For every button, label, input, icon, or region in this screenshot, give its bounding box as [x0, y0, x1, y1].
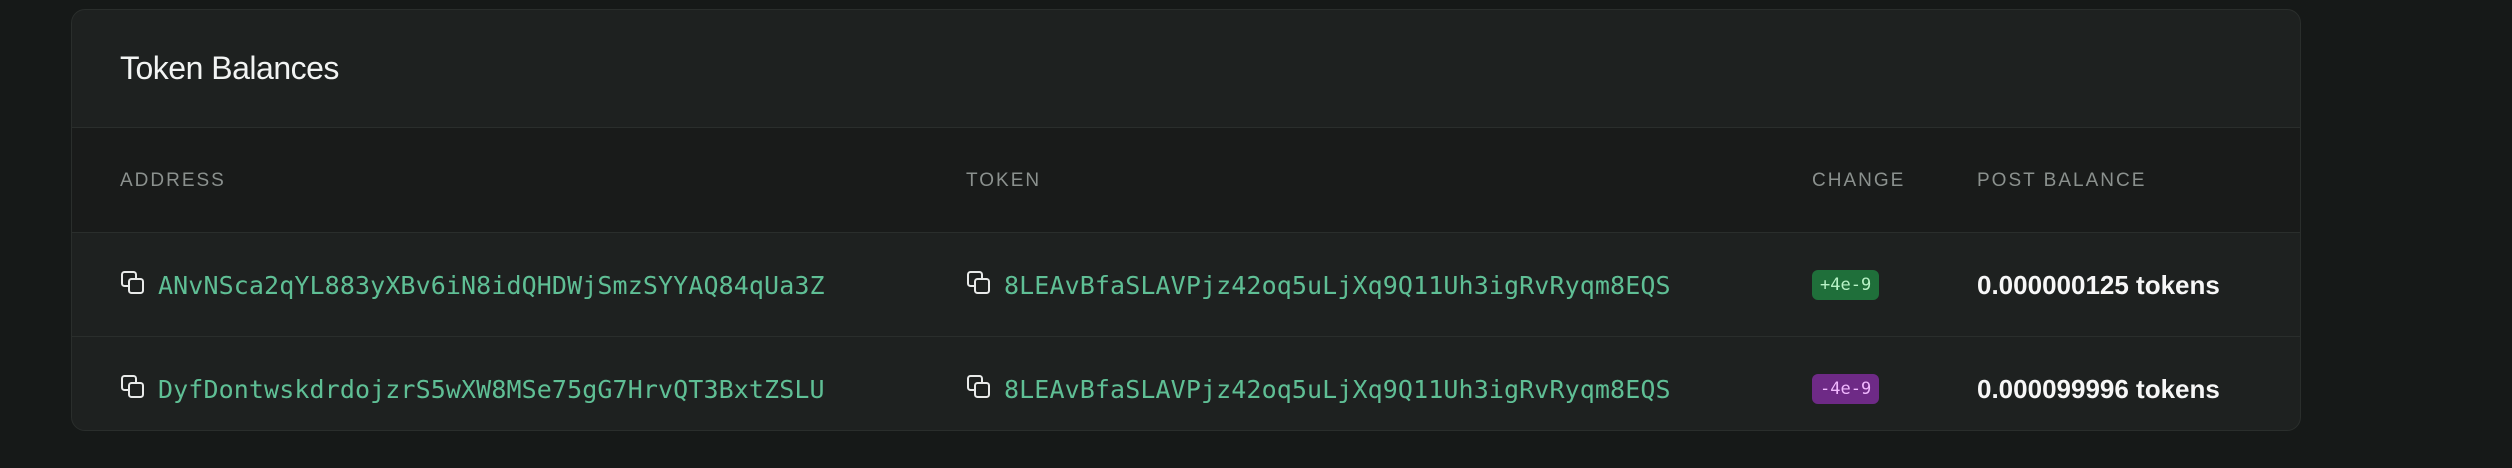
copy-icon[interactable]	[120, 270, 146, 296]
copy-icon[interactable]	[120, 374, 146, 400]
change-cell: +4e-9	[1812, 233, 1880, 337]
token-cell: 8LEAvBfaSLAVPjz42oq5uLjXq9Q11Uh3igRvRyqm…	[966, 233, 1671, 337]
column-header-change: CHANGE	[1812, 170, 1906, 191]
post-balance-cell: 0.000000125 tokens	[1977, 233, 2220, 337]
change-cell: -4e-9	[1812, 337, 1880, 430]
change-badge: -4e-9	[1812, 374, 1880, 404]
token-link[interactable]: 8LEAvBfaSLAVPjz42oq5uLjXq9Q11Uh3igRvRyqm…	[1004, 375, 1671, 404]
copy-icon[interactable]	[966, 374, 992, 400]
post-balance-value: 0.000099996 tokens	[1977, 373, 2220, 404]
copy-icon[interactable]	[966, 270, 992, 296]
table-header-row: ADDRESS TOKEN CHANGE POST BALANCE	[72, 128, 2300, 233]
column-header-post-balance: POST BALANCE	[1977, 170, 2147, 191]
column-header-address: ADDRESS	[120, 170, 226, 191]
token-link[interactable]: 8LEAvBfaSLAVPjz42oq5uLjXq9Q11Uh3igRvRyqm…	[1004, 271, 1671, 300]
table-row: DyfDontwskdrdojzrS5wXW8MSe75gG7HrvQT3Bxt…	[72, 337, 2300, 430]
card-header: Token Balances	[72, 10, 2300, 128]
token-balances-card: Token Balances ADDRESS TOKEN CHANGE POST…	[71, 9, 2301, 431]
address-cell: ANvNSca2qYL883yXBv6iN8idQHDWjSmzSYYAQ84q…	[120, 233, 825, 337]
card-title: Token Balances	[120, 50, 339, 86]
table-row: ANvNSca2qYL883yXBv6iN8idQHDWjSmzSYYAQ84q…	[72, 233, 2300, 337]
post-balance-cell: 0.000099996 tokens	[1977, 337, 2220, 430]
address-cell: DyfDontwskdrdojzrS5wXW8MSe75gG7HrvQT3Bxt…	[120, 337, 825, 430]
column-header-token: TOKEN	[966, 170, 1042, 191]
change-badge: +4e-9	[1812, 270, 1880, 300]
address-link[interactable]: ANvNSca2qYL883yXBv6iN8idQHDWjSmzSYYAQ84q…	[158, 271, 825, 300]
token-cell: 8LEAvBfaSLAVPjz42oq5uLjXq9Q11Uh3igRvRyqm…	[966, 337, 1671, 430]
post-balance-value: 0.000000125 tokens	[1977, 269, 2220, 300]
address-link[interactable]: DyfDontwskdrdojzrS5wXW8MSe75gG7HrvQT3Bxt…	[158, 375, 825, 404]
